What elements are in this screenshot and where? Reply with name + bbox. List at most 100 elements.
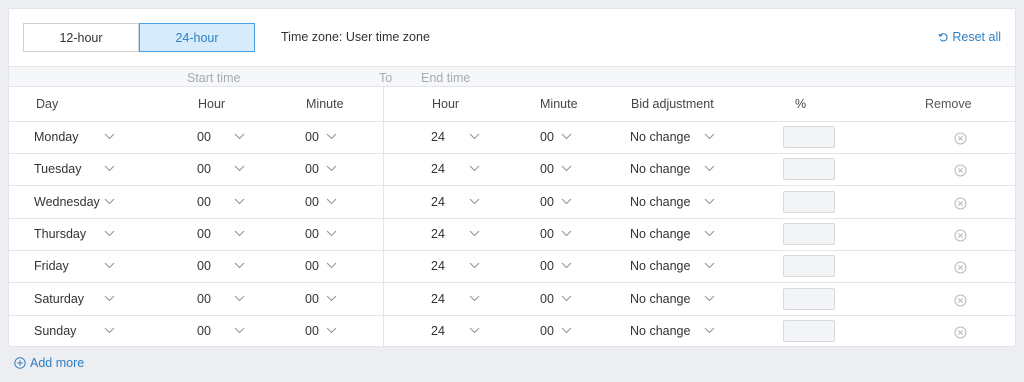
day-select[interactable]: Tuesday bbox=[34, 162, 81, 176]
chevron-down-icon[interactable] bbox=[561, 262, 572, 269]
chevron-down-icon[interactable] bbox=[326, 165, 337, 172]
chevron-down-icon[interactable] bbox=[704, 230, 715, 237]
chevron-down-icon[interactable] bbox=[704, 262, 715, 269]
end-hour-select[interactable]: 24 bbox=[431, 227, 445, 241]
chevron-down-icon[interactable] bbox=[234, 230, 245, 237]
chevron-down-icon[interactable] bbox=[326, 327, 337, 334]
day-select[interactable]: Sunday bbox=[34, 324, 76, 338]
chevron-down-icon[interactable] bbox=[561, 198, 572, 205]
end-hour-select[interactable]: 24 bbox=[431, 292, 445, 306]
start-hour-select[interactable]: 00 bbox=[197, 292, 211, 306]
chevron-down-icon[interactable] bbox=[704, 327, 715, 334]
circle-x-icon[interactable] bbox=[954, 261, 967, 274]
chevron-down-icon[interactable] bbox=[234, 165, 245, 172]
end-minute-select[interactable]: 00 bbox=[540, 292, 554, 306]
chevron-down-icon[interactable] bbox=[234, 133, 245, 140]
add-more-button[interactable]: Add more bbox=[14, 356, 84, 370]
chevron-down-icon[interactable] bbox=[469, 133, 480, 140]
start-minute-select[interactable]: 00 bbox=[305, 259, 319, 273]
start-hour-select[interactable]: 00 bbox=[197, 195, 211, 209]
percent-input[interactable] bbox=[783, 287, 835, 310]
chevron-down-icon[interactable] bbox=[234, 262, 245, 269]
start-minute-select[interactable]: 00 bbox=[305, 130, 319, 144]
end-minute-select[interactable]: 00 bbox=[540, 324, 554, 338]
end-hour-select[interactable]: 24 bbox=[431, 195, 445, 209]
chevron-down-icon[interactable] bbox=[326, 295, 337, 302]
circle-x-icon[interactable] bbox=[954, 132, 967, 145]
chevron-down-icon[interactable] bbox=[561, 133, 572, 140]
start-minute-select[interactable]: 00 bbox=[305, 227, 319, 241]
day-select[interactable]: Friday bbox=[34, 259, 69, 273]
end-hour-select[interactable]: 24 bbox=[431, 130, 445, 144]
chevron-down-icon[interactable] bbox=[234, 295, 245, 302]
chevron-down-icon[interactable] bbox=[104, 133, 115, 140]
chevron-down-icon[interactable] bbox=[326, 198, 337, 205]
day-select[interactable]: Wednesday bbox=[34, 195, 100, 209]
24-hour-button[interactable]: 24-hour bbox=[139, 23, 255, 52]
chevron-down-icon[interactable] bbox=[561, 327, 572, 334]
chevron-down-icon[interactable] bbox=[104, 230, 115, 237]
percent-input[interactable] bbox=[783, 255, 835, 278]
end-minute-select[interactable]: 00 bbox=[540, 130, 554, 144]
chevron-down-icon[interactable] bbox=[469, 165, 480, 172]
chevron-down-icon[interactable] bbox=[469, 295, 480, 302]
end-minute-select[interactable]: 00 bbox=[540, 162, 554, 176]
chevron-down-icon[interactable] bbox=[561, 230, 572, 237]
chevron-down-icon[interactable] bbox=[704, 198, 715, 205]
bid-adjustment-select[interactable]: No change bbox=[630, 195, 690, 209]
bid-adjustment-select[interactable]: No change bbox=[630, 324, 690, 338]
chevron-down-icon[interactable] bbox=[469, 198, 480, 205]
start-hour-select[interactable]: 00 bbox=[197, 324, 211, 338]
start-minute-select[interactable]: 00 bbox=[305, 195, 319, 209]
start-hour-select[interactable]: 00 bbox=[197, 130, 211, 144]
reset-all-button[interactable]: Reset all bbox=[938, 30, 1001, 44]
circle-x-icon[interactable] bbox=[954, 229, 967, 242]
circle-x-icon[interactable] bbox=[954, 326, 967, 339]
end-minute-select[interactable]: 00 bbox=[540, 259, 554, 273]
end-minute-select[interactable]: 00 bbox=[540, 227, 554, 241]
chevron-down-icon[interactable] bbox=[104, 262, 115, 269]
bid-adjustment-select[interactable]: No change bbox=[630, 227, 690, 241]
bid-adjustment-select[interactable]: No change bbox=[630, 292, 690, 306]
chevron-down-icon[interactable] bbox=[469, 230, 480, 237]
percent-input[interactable] bbox=[783, 158, 835, 181]
percent-input[interactable] bbox=[783, 222, 835, 245]
percent-input[interactable] bbox=[783, 190, 835, 213]
percent-input[interactable] bbox=[783, 319, 835, 342]
chevron-down-icon[interactable] bbox=[561, 165, 572, 172]
circle-x-icon[interactable] bbox=[954, 294, 967, 307]
chevron-down-icon[interactable] bbox=[561, 295, 572, 302]
start-hour-select[interactable]: 00 bbox=[197, 227, 211, 241]
chevron-down-icon[interactable] bbox=[469, 262, 480, 269]
chevron-down-icon[interactable] bbox=[704, 133, 715, 140]
chevron-down-icon[interactable] bbox=[326, 230, 337, 237]
circle-x-icon[interactable] bbox=[954, 197, 967, 210]
chevron-down-icon[interactable] bbox=[469, 327, 480, 334]
percent-input[interactable] bbox=[783, 126, 835, 148]
start-minute-select[interactable]: 00 bbox=[305, 324, 319, 338]
12-hour-button[interactable]: 12-hour bbox=[23, 23, 139, 52]
chevron-down-icon[interactable] bbox=[704, 165, 715, 172]
chevron-down-icon[interactable] bbox=[234, 198, 245, 205]
end-hour-select[interactable]: 24 bbox=[431, 259, 445, 273]
start-minute-select[interactable]: 00 bbox=[305, 292, 319, 306]
end-hour-select[interactable]: 24 bbox=[431, 162, 445, 176]
end-hour-select[interactable]: 24 bbox=[431, 324, 445, 338]
bid-adjustment-select[interactable]: No change bbox=[630, 162, 690, 176]
chevron-down-icon[interactable] bbox=[104, 165, 115, 172]
start-minute-select[interactable]: 00 bbox=[305, 162, 319, 176]
chevron-down-icon[interactable] bbox=[326, 262, 337, 269]
chevron-down-icon[interactable] bbox=[704, 295, 715, 302]
start-hour-select[interactable]: 00 bbox=[197, 259, 211, 273]
bid-adjustment-select[interactable]: No change bbox=[630, 259, 690, 273]
chevron-down-icon[interactable] bbox=[234, 327, 245, 334]
chevron-down-icon[interactable] bbox=[104, 198, 115, 205]
chevron-down-icon[interactable] bbox=[104, 327, 115, 334]
bid-adjustment-select[interactable]: No change bbox=[630, 130, 690, 144]
chevron-down-icon[interactable] bbox=[326, 133, 337, 140]
day-select[interactable]: Saturday bbox=[34, 292, 84, 306]
circle-x-icon[interactable] bbox=[954, 164, 967, 177]
day-select[interactable]: Monday bbox=[34, 130, 78, 144]
day-select[interactable]: Thursday bbox=[34, 227, 86, 241]
start-hour-select[interactable]: 00 bbox=[197, 162, 211, 176]
